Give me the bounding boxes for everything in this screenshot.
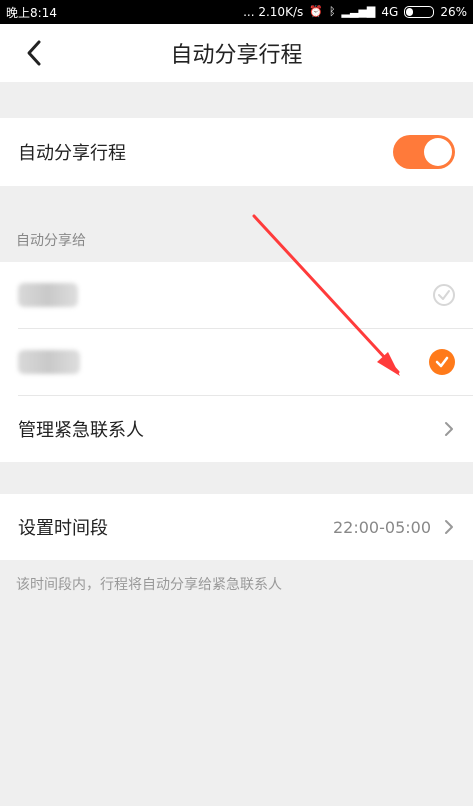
auto-share-card: 自动分享行程 <box>0 118 473 186</box>
time-setting-card: 设置时间段 22:00-05:00 <box>0 494 473 560</box>
network-type: 4G <box>381 5 399 19</box>
time-setting-row[interactable]: 设置时间段 22:00-05:00 <box>0 494 473 560</box>
check-icon <box>438 290 450 300</box>
time-range-value: 22:00-05:00 <box>333 517 431 537</box>
chevron-right-icon <box>443 419 455 439</box>
toggle-knob <box>424 138 452 166</box>
time-setting-label: 设置时间段 <box>18 518 108 539</box>
auto-share-toggle[interactable] <box>393 135 455 169</box>
page-title: 自动分享行程 <box>170 43 303 68</box>
back-button[interactable] <box>18 36 50 70</box>
share-to-section-label: 自动分享给 <box>16 233 86 249</box>
chevron-right-icon <box>443 517 455 537</box>
app-header: 自动分享行程 <box>0 24 473 82</box>
time-setting-right: 22:00-05:00 <box>333 517 455 537</box>
network-speed: ... 2.10K/s <box>243 5 304 19</box>
auto-share-label: 自动分享行程 <box>18 143 126 164</box>
check-icon <box>435 356 449 368</box>
alarm-icon: ⏰ <box>309 5 323 18</box>
manage-emergency-contacts-label: 管理紧急联系人 <box>18 420 144 441</box>
chevron-left-icon <box>27 40 41 66</box>
contact-name-redacted <box>18 350 80 374</box>
battery-percent: 26% <box>440 5 467 19</box>
unchecked-circle-icon[interactable] <box>433 284 455 306</box>
annotation-arrow-icon <box>252 214 400 376</box>
status-bar: 晚上8:14 ... 2.10K/s ⏰ ᛒ ▂▃▅▇ 4G 26% <box>0 0 473 24</box>
auto-share-row: 自动分享行程 <box>0 118 473 186</box>
status-time: 晚上8:14 <box>6 5 57 20</box>
manage-emergency-contacts-row[interactable]: 管理紧急联系人 <box>0 396 473 462</box>
time-setting-note: 该时间段内，行程将自动分享给紧急联系人 <box>16 577 282 593</box>
battery-icon <box>404 6 435 18</box>
checked-circle-icon[interactable] <box>429 349 455 375</box>
bluetooth-icon: ᛒ <box>328 5 336 18</box>
contact-name-redacted <box>18 283 78 307</box>
signal-icon: ▂▃▅▇ <box>341 5 376 18</box>
status-right: ... 2.10K/s ⏰ ᛒ ▂▃▅▇ 4G 26% <box>243 5 467 19</box>
